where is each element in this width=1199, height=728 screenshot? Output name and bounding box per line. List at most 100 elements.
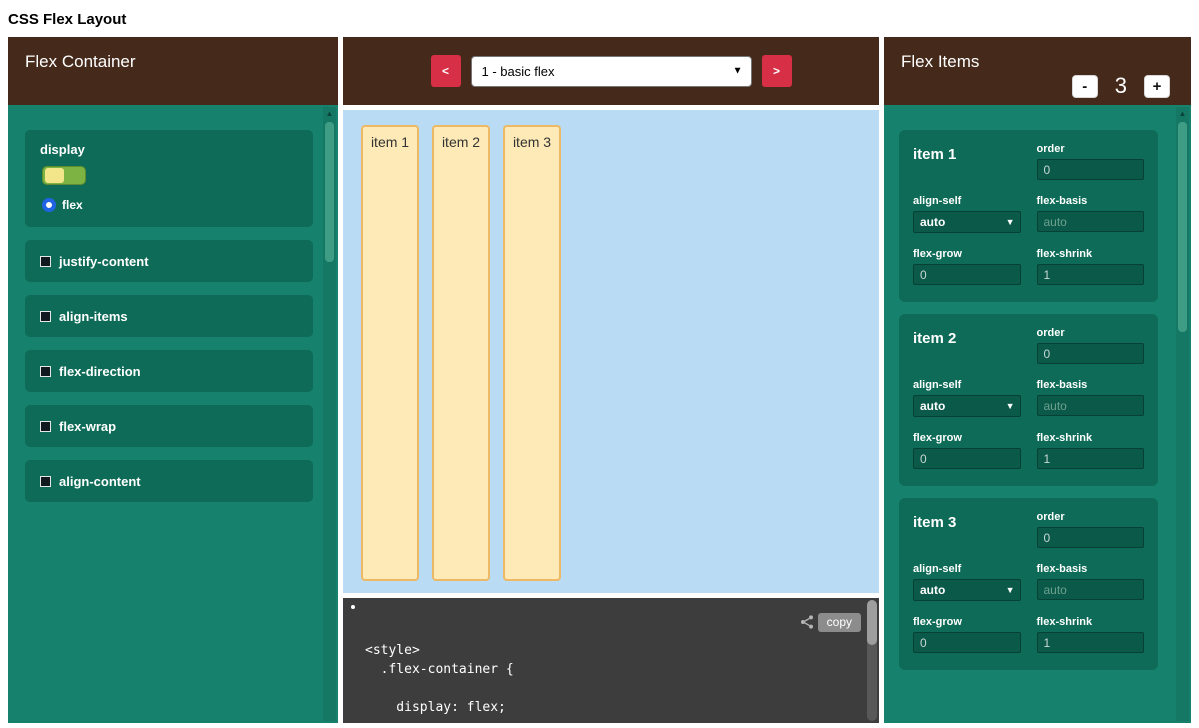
item-card-3: item 3 order align-self auto ▼ flex-basi [899, 498, 1158, 670]
code-scrollbar[interactable] [867, 600, 877, 721]
flex-items-panel-title: Flex Items [901, 52, 979, 72]
flex-grow-field: flex-grow [913, 432, 1021, 469]
align-items-checkbox[interactable] [40, 311, 51, 322]
align-self-select-wrap: auto ▼ [913, 579, 1021, 601]
flex-radio[interactable] [42, 198, 56, 212]
align-self-select[interactable]: auto [913, 211, 1021, 233]
option-card-align-items: align-items [25, 295, 313, 337]
flex-basis-label: flex-basis [1037, 563, 1145, 575]
flex-basis-field: flex-basis [1037, 195, 1145, 232]
code-line: .flex-container { [365, 660, 839, 679]
item-card-title: item 1 [913, 143, 1021, 163]
align-self-select-wrap: auto ▼ [913, 211, 1021, 233]
order-label: order [1037, 511, 1145, 523]
display-card: display flex [25, 130, 313, 227]
code-scrollbar-thumb[interactable] [867, 600, 877, 645]
flex-shrink-input[interactable] [1037, 264, 1145, 285]
item-card-1: item 1 order align-self auto ▼ flex-basi [899, 130, 1158, 302]
flex-grow-input[interactable] [913, 264, 1021, 285]
justify-content-label: justify-content [59, 254, 149, 269]
code-line [365, 679, 839, 698]
toggle-knob [45, 168, 64, 183]
flex-radio-row[interactable]: flex [42, 198, 298, 212]
flex-shrink-input[interactable] [1037, 448, 1145, 469]
code-line: <style> [365, 641, 839, 660]
order-input[interactable] [1037, 159, 1145, 180]
order-input[interactable] [1037, 343, 1145, 364]
scroll-up-icon[interactable]: ▲ [1179, 107, 1187, 120]
item-count: 3 [1115, 73, 1127, 99]
flex-grow-field: flex-grow [913, 616, 1021, 653]
copy-button[interactable]: copy [818, 613, 861, 632]
example-select[interactable]: 1 - basic flex [471, 56, 752, 87]
scroll-up-icon[interactable]: ▲ [326, 107, 334, 120]
left-panel-scrollbar[interactable]: ▲ [323, 107, 336, 721]
flex-grow-input[interactable] [913, 632, 1021, 653]
display-toggle[interactable] [42, 166, 86, 185]
flex-basis-field: flex-basis [1037, 379, 1145, 416]
flex-basis-field: flex-basis [1037, 563, 1145, 600]
flex-item-2: item 2 [432, 125, 490, 581]
flex-container-panel-title: Flex Container [25, 52, 136, 72]
align-self-select-wrap: auto ▼ [913, 395, 1021, 417]
option-card-flex-direction: flex-direction [25, 350, 313, 392]
flex-container-panel: Flex Container display flex justify-cont… [8, 37, 338, 723]
flex-shrink-label: flex-shrink [1037, 248, 1145, 260]
item-card-title: item 3 [913, 511, 1021, 531]
flex-item-1: item 1 [361, 125, 419, 581]
align-self-label: align-self [913, 379, 1021, 391]
item-count-controls: - 3 + [1072, 73, 1170, 99]
justify-content-checkbox[interactable] [40, 256, 51, 267]
scrollbar-thumb[interactable] [325, 122, 334, 262]
align-self-field: align-self auto ▼ [913, 195, 1021, 233]
remove-item-button[interactable]: - [1072, 75, 1098, 98]
flex-basis-input[interactable] [1037, 579, 1145, 600]
flex-grow-input[interactable] [913, 448, 1021, 469]
flex-direction-label: flex-direction [59, 364, 141, 379]
flex-wrap-checkbox[interactable] [40, 421, 51, 432]
display-label: display [40, 142, 298, 157]
code-panel: copy <style> .flex-container { display: … [343, 598, 879, 723]
order-field: order [1037, 327, 1145, 364]
flex-basis-label: flex-basis [1037, 379, 1145, 391]
option-card-flex-wrap: flex-wrap [25, 405, 313, 447]
flex-shrink-field: flex-shrink [1037, 616, 1145, 653]
flex-basis-input[interactable] [1037, 395, 1145, 416]
example-select-wrap: 1 - basic flex ▼ [471, 56, 752, 87]
flex-direction-checkbox[interactable] [40, 366, 51, 377]
flex-wrap-label: flex-wrap [59, 419, 116, 434]
option-card-align-content: align-content [25, 460, 313, 502]
flex-items-panel: Flex Items - 3 + item 1 order align-self [884, 37, 1191, 723]
order-field: order [1037, 511, 1145, 548]
add-item-button[interactable]: + [1144, 75, 1170, 98]
flex-radio-label: flex [62, 198, 83, 212]
flex-grow-label: flex-grow [913, 432, 1021, 444]
align-self-label: align-self [913, 563, 1021, 575]
flex-shrink-label: flex-shrink [1037, 432, 1145, 444]
item-card-title: item 2 [913, 327, 1021, 347]
app: Flex Container display flex justify-cont… [0, 37, 1199, 723]
flex-grow-field: flex-grow [913, 248, 1021, 285]
flex-shrink-field: flex-shrink [1037, 248, 1145, 285]
align-content-label: align-content [59, 474, 141, 489]
align-content-checkbox[interactable] [40, 476, 51, 487]
align-self-label: align-self [913, 195, 1021, 207]
next-example-button[interactable]: > [762, 55, 792, 87]
share-icon[interactable] [799, 614, 815, 635]
flex-shrink-field: flex-shrink [1037, 432, 1145, 469]
flex-shrink-label: flex-shrink [1037, 616, 1145, 628]
flex-grow-label: flex-grow [913, 248, 1021, 260]
flex-shrink-input[interactable] [1037, 632, 1145, 653]
flex-container-preview: item 1 item 2 item 3 [343, 110, 879, 593]
order-label: order [1037, 143, 1145, 155]
flex-container-panel-body: display flex justify-content align-items [8, 105, 338, 723]
flex-basis-input[interactable] [1037, 211, 1145, 232]
align-self-select[interactable]: auto [913, 579, 1021, 601]
scrollbar-thumb[interactable] [1178, 122, 1187, 332]
prev-example-button[interactable]: < [431, 55, 461, 87]
order-input[interactable] [1037, 527, 1145, 548]
right-panel-scrollbar[interactable]: ▲ [1176, 107, 1189, 721]
align-self-field: align-self auto ▼ [913, 379, 1021, 417]
align-self-select[interactable]: auto [913, 395, 1021, 417]
code-line: display: flex; [365, 698, 839, 717]
